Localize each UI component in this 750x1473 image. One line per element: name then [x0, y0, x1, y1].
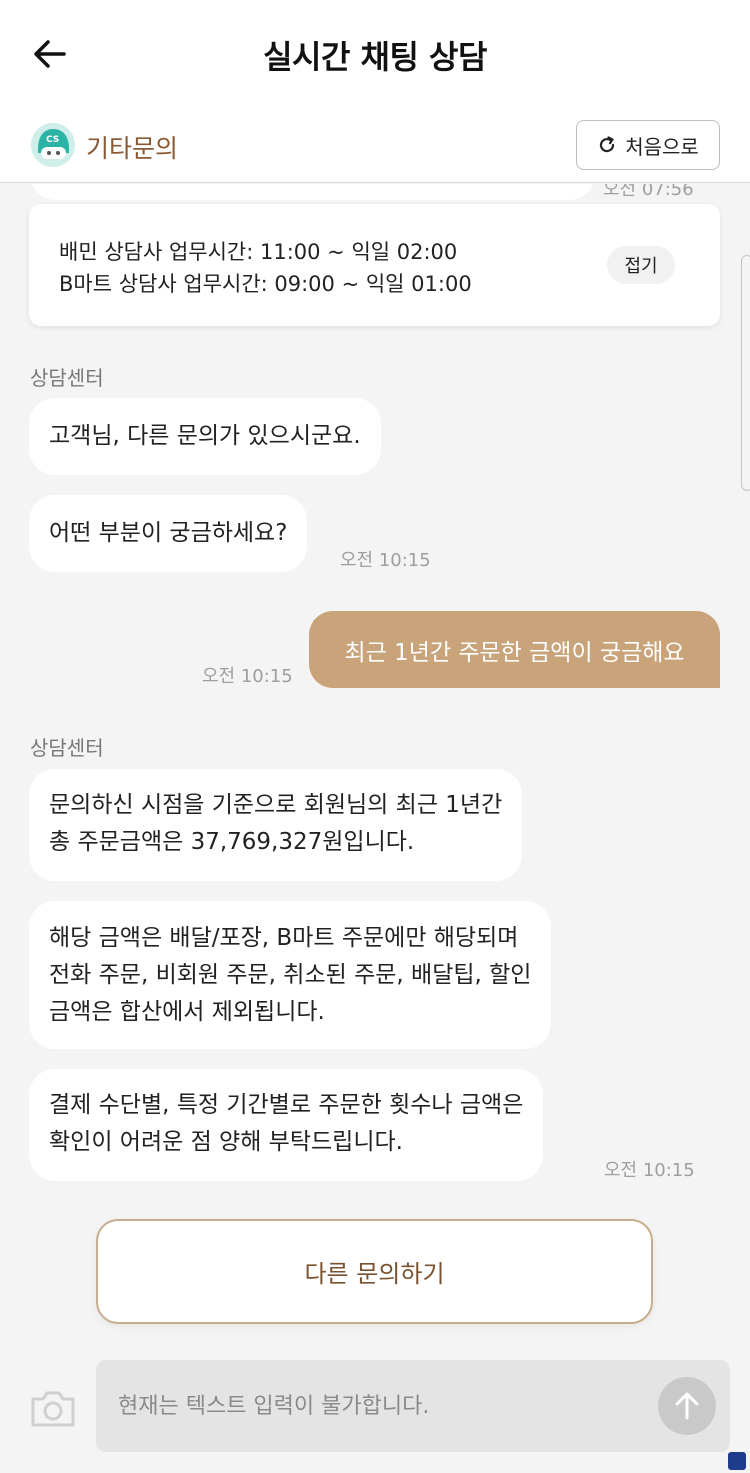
category-bar: CS 기타문의 처음으로 — [0, 105, 750, 183]
category-label: 기타문의 — [86, 134, 179, 163]
notice-line: 배민 상담사 업무시간: 11:00 ~ 익일 02:00 — [59, 240, 458, 264]
agent-message: 결제 수단별, 특정 기간별로 주문한 횟수나 금액은 확인이 어려운 점 양해… — [29, 1069, 544, 1181]
refresh-icon — [600, 136, 615, 153]
message-time: 오전 10:15 — [604, 1160, 695, 1181]
message-composer — [96, 1360, 730, 1452]
agent-message: 고객님, 다른 문의가 있으시군요. — [29, 398, 381, 475]
message-time: 오전 10:15 — [202, 666, 293, 687]
send-button[interactable] — [658, 1377, 716, 1435]
business-hours-notice: 배민 상담사 업무시간: 11:00 ~ 익일 02:00 B마트 상담사 업무… — [29, 204, 720, 326]
avatar: CS — [31, 123, 75, 167]
camera-icon — [31, 1391, 75, 1427]
message-time: 오전 10:15 — [340, 550, 431, 571]
sender-name: 상담센터 — [30, 366, 104, 390]
restart-label: 처음으로 — [625, 134, 699, 159]
message-time: 오전 07:56 — [603, 184, 694, 200]
top-bar: 실시간 채팅 상담 — [0, 0, 750, 105]
user-message: 최근 1년간 주문한 금액이 궁금해요 — [309, 611, 720, 688]
fold-button[interactable]: 접기 — [607, 246, 675, 284]
scroll-indicator[interactable] — [741, 255, 750, 491]
corner-badge — [728, 1452, 746, 1470]
cs-helmet-icon: CS — [31, 123, 75, 167]
agent-message: 어떤 부분이 궁금하세요? — [29, 495, 308, 572]
arrow-up-icon — [675, 1392, 699, 1420]
agent-message: 문의하신 시점을 기준으로 회원님의 최근 1년간 총 주문금액은 37,769… — [29, 769, 523, 881]
avatar-text: CS — [46, 135, 59, 145]
previous-message-bubble — [30, 184, 595, 200]
page-title: 실시간 채팅 상담 — [263, 38, 487, 76]
sender-name: 상담센터 — [30, 736, 104, 760]
message-input[interactable] — [118, 1360, 638, 1452]
agent-message: 해당 금액은 배달/포장, B마트 주문에만 해당되며 전화 주문, 비회원 주… — [29, 901, 552, 1049]
other-inquiry-button[interactable]: 다른 문의하기 — [96, 1219, 653, 1324]
restart-button[interactable]: 처음으로 — [576, 120, 720, 170]
notice-line: B마트 상담사 업무시간: 09:00 ~ 익일 01:00 — [59, 272, 472, 296]
camera-button[interactable] — [28, 1385, 78, 1431]
